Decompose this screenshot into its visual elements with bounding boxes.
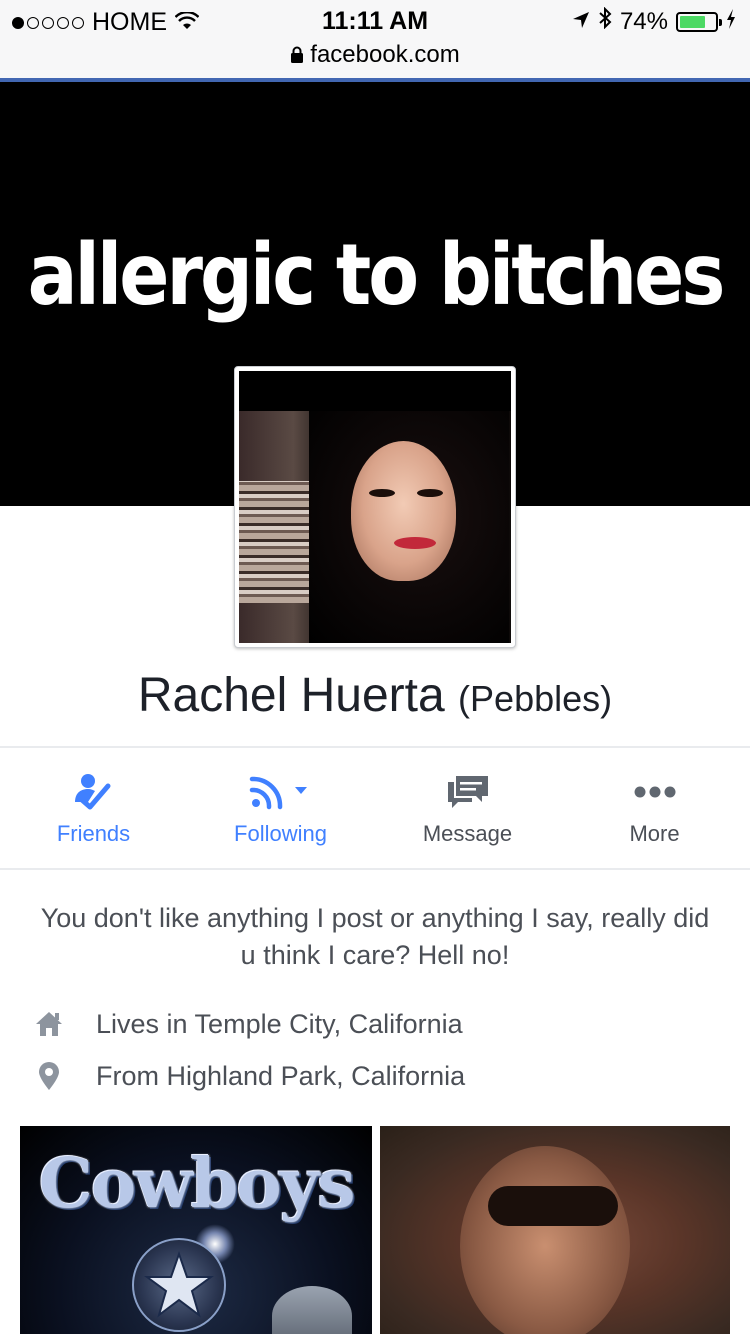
friends-button[interactable]: Friends: [0, 748, 187, 868]
divider: [0, 868, 750, 870]
message-label: Message: [422, 821, 513, 846]
url-text: facebook.com: [310, 41, 460, 68]
nickname: (Pebbles): [458, 678, 613, 719]
photo-lips: [394, 537, 436, 549]
from-text: From Highland Park, California: [96, 1060, 466, 1091]
profile-photo: [239, 371, 511, 643]
more-button[interactable]: More: [561, 748, 748, 868]
profile-name: Rachel Huerta (Pebbles): [0, 668, 750, 723]
full-name: Rachel Huerta: [137, 669, 445, 722]
friends-check-icon: [0, 772, 187, 812]
helmet-image: [272, 1286, 352, 1334]
message-icon: [374, 772, 561, 812]
location-pin-icon: [30, 1057, 68, 1095]
battery-percent: 74%: [619, 7, 668, 35]
status-bar: HOME 11:11 AM 74% facebook.com: [0, 0, 750, 82]
photo-thumbnail-portrait[interactable]: [380, 1126, 730, 1334]
rss-icon: [187, 772, 374, 812]
star-logo: [132, 1238, 226, 1332]
address-bar[interactable]: facebook.com: [0, 41, 750, 69]
portrait-sunglasses: [488, 1186, 618, 1226]
home-icon: [30, 1005, 68, 1043]
battery-icon: [676, 11, 722, 32]
following-label: Following: [234, 821, 327, 846]
profile-actions: Friends Following Message More: [0, 748, 750, 868]
status-right: 74%: [572, 6, 736, 36]
photo-thumbnail-cowboys[interactable]: Cowboys: [20, 1126, 372, 1334]
photo-eye: [369, 489, 395, 497]
lock-icon: [291, 46, 304, 63]
bluetooth-icon: [598, 6, 612, 36]
profile-picture[interactable]: [234, 366, 516, 648]
more-label: More: [629, 821, 680, 846]
following-button[interactable]: Following: [187, 748, 374, 868]
profile-bio: You don't like anything I post or anythi…: [40, 903, 710, 970]
photo-eye: [417, 489, 443, 497]
cover-text: allergic to bitches: [27, 225, 726, 325]
info-from: From Highland Park, California: [30, 1056, 720, 1096]
portrait-face: [460, 1146, 630, 1334]
cowboys-logo-text: Cowboys: [38, 1144, 356, 1224]
more-dots-icon: [561, 772, 748, 812]
battery-fill: [680, 15, 705, 28]
info-lives-in: Lives in Temple City, California: [30, 1004, 720, 1044]
charging-icon: [726, 8, 736, 36]
photo-face: [351, 441, 456, 581]
location-arrow-icon: [572, 8, 590, 36]
friends-label: Friends: [56, 821, 131, 846]
message-button[interactable]: Message: [374, 748, 561, 868]
lives-in-text: Lives in Temple City, California: [96, 1008, 463, 1039]
